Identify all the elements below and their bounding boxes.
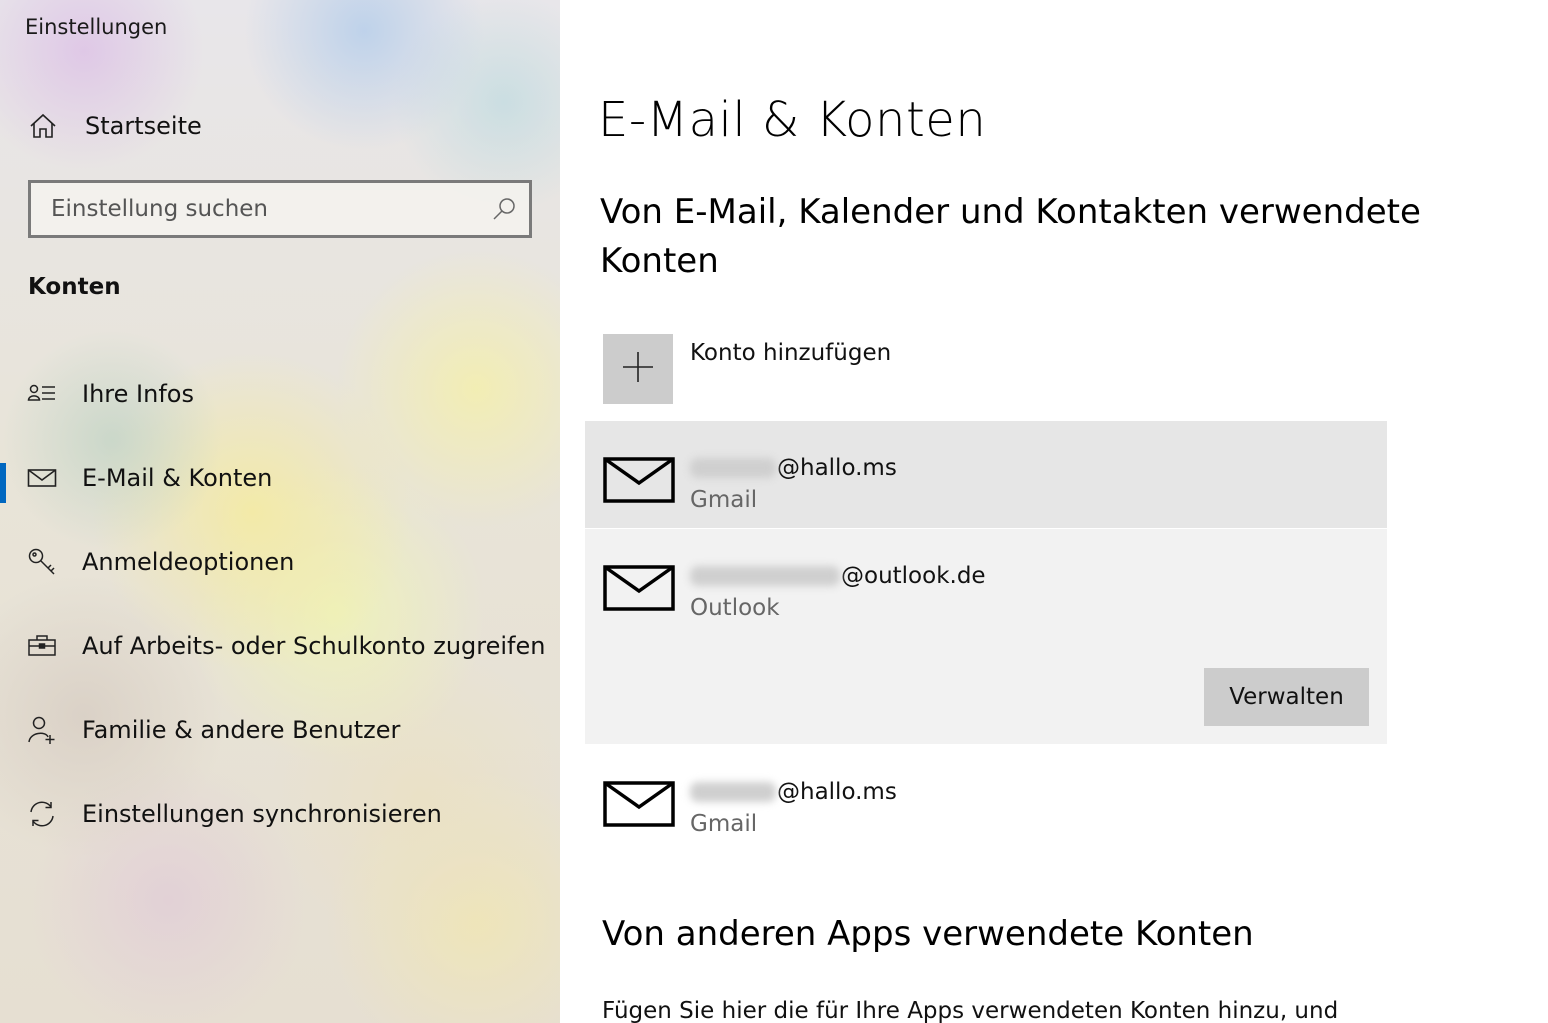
- search-input[interactable]: [51, 196, 491, 222]
- sidebar-item-email-konten[interactable]: E-Mail & Konten: [0, 448, 560, 508]
- account-address: @hallo.ms: [690, 451, 897, 485]
- account-item[interactable]: @hallo.ms Gmail: [585, 421, 1387, 528]
- sidebar-item-label: Einstellungen synchronisieren: [82, 800, 442, 828]
- section-heading: Von E-Mail, Kalender und Kontakten verwe…: [600, 192, 1421, 281]
- sidebar-item-label: Ihre Infos: [82, 380, 194, 408]
- mail-icon: [27, 463, 57, 493]
- sidebar-item-arbeitskonto[interactable]: Auf Arbeits- oder Schulkonto zugreifen: [0, 616, 560, 676]
- account-provider: Gmail: [690, 811, 758, 837]
- account-item[interactable]: @hallo.ms Gmail: [585, 745, 1387, 855]
- sidebar-item-anmeldeoptionen[interactable]: Anmeldeoptionen: [0, 532, 560, 592]
- sidebar-item-label: Auf Arbeits- oder Schulkonto zugreifen: [82, 632, 546, 660]
- sidebar-item-label: E-Mail & Konten: [82, 464, 273, 492]
- plus-tile[interactable]: [603, 334, 673, 404]
- home-icon: [28, 111, 58, 141]
- sidebar-item-familie[interactable]: Familie & andere Benutzer: [0, 700, 560, 760]
- account-address-suffix: @outlook.de: [841, 563, 986, 589]
- account-address: @outlook.de: [690, 559, 986, 593]
- plus-icon: [621, 350, 655, 388]
- main-content: E-Mail & Konten Von E-Mail, Kalender und…: [560, 0, 1548, 1023]
- account-item[interactable]: @outlook.de Outlook Verwalten: [585, 529, 1387, 744]
- add-account-button[interactable]: Konto hinzufügen: [603, 334, 891, 404]
- mail-icon: [603, 565, 675, 611]
- search-box[interactable]: [28, 180, 532, 238]
- sidebar-item-label: Anmeldeoptionen: [82, 548, 295, 576]
- app-title: Einstellungen: [25, 15, 168, 39]
- home-label: Startseite: [85, 112, 202, 140]
- mail-icon: [603, 457, 675, 503]
- redacted-name: [690, 782, 776, 802]
- sync-icon: [27, 799, 57, 829]
- briefcase-icon: [27, 631, 57, 661]
- sidebar: Einstellungen Startseite Konten: [0, 0, 560, 1023]
- sidebar-item-ihre-infos[interactable]: Ihre Infos: [0, 364, 560, 424]
- section-label: Konten: [28, 274, 121, 300]
- sidebar-item-label: Familie & andere Benutzer: [82, 716, 401, 744]
- redacted-name: [690, 458, 776, 478]
- add-person-icon: [27, 715, 57, 745]
- account-address: @hallo.ms: [690, 775, 897, 809]
- search-icon[interactable]: [491, 196, 517, 222]
- sidebar-item-synchronisieren[interactable]: Einstellungen synchronisieren: [0, 784, 560, 844]
- mail-icon: [603, 781, 675, 827]
- home-link[interactable]: Startseite: [28, 106, 202, 146]
- account-address-suffix: @hallo.ms: [777, 779, 897, 805]
- manage-button[interactable]: Verwalten: [1204, 668, 1369, 726]
- account-address-suffix: @hallo.ms: [777, 455, 897, 481]
- key-icon: [27, 547, 57, 577]
- other-apps-description: Fügen Sie hier die für Ihre Apps verwend…: [602, 998, 1339, 1023]
- account-provider: Outlook: [690, 595, 780, 621]
- person-info-icon: [27, 379, 57, 409]
- account-provider: Gmail: [690, 487, 758, 513]
- other-apps-heading: Von anderen Apps verwendete Konten: [602, 914, 1254, 954]
- page-title: E-Mail & Konten: [598, 92, 987, 148]
- add-account-label: Konto hinzufügen: [690, 340, 892, 366]
- redacted-name: [690, 566, 840, 586]
